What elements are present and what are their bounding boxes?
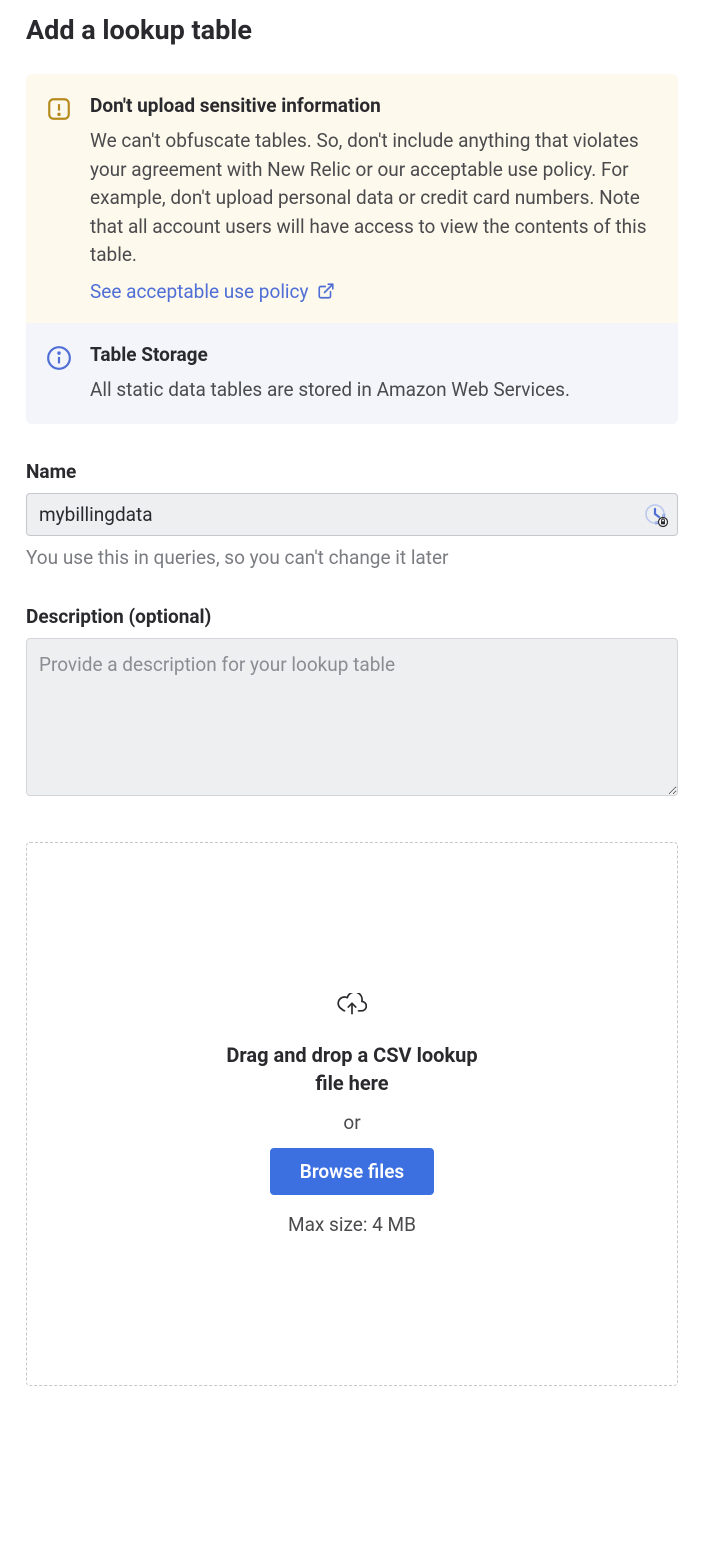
info-icon [46, 345, 72, 371]
page-title: Add a lookup table [26, 14, 678, 46]
description-input[interactable] [26, 638, 678, 796]
name-helper: You use this in queries, so you can't ch… [26, 546, 678, 569]
browse-files-button[interactable]: Browse files [270, 1148, 434, 1195]
name-section: Name You use this in queries, so you can… [26, 460, 678, 569]
dropzone-title: Drag and drop a CSV lookup file here [222, 1041, 482, 1097]
description-label: Description (optional) [26, 605, 678, 628]
max-size-text: Max size: 4 MB [288, 1213, 416, 1236]
name-input[interactable] [26, 493, 678, 536]
name-label: Name [26, 460, 678, 483]
alert-warning-text: We can't obfuscate tables. So, don't inc… [90, 127, 658, 270]
alert-info-title: Table Storage [90, 343, 658, 366]
alert-info-text: All static data tables are stored in Ama… [90, 376, 658, 405]
link-label: See acceptable use policy [90, 280, 309, 303]
alert-info: Table Storage All static data tables are… [26, 323, 678, 425]
warning-icon [46, 96, 72, 122]
alert-warning-title: Don't upload sensitive information [90, 94, 658, 117]
lock-cursor-icon [644, 503, 668, 527]
external-link-icon [317, 282, 335, 300]
file-dropzone[interactable]: Drag and drop a CSV lookup file here or … [26, 842, 678, 1386]
dropzone-or: or [343, 1111, 360, 1134]
cloud-upload-icon [337, 993, 367, 1019]
description-section: Description (optional) [26, 605, 678, 800]
acceptable-use-policy-link[interactable]: See acceptable use policy [90, 280, 335, 303]
alert-warning: Don't upload sensitive information We ca… [26, 74, 678, 323]
